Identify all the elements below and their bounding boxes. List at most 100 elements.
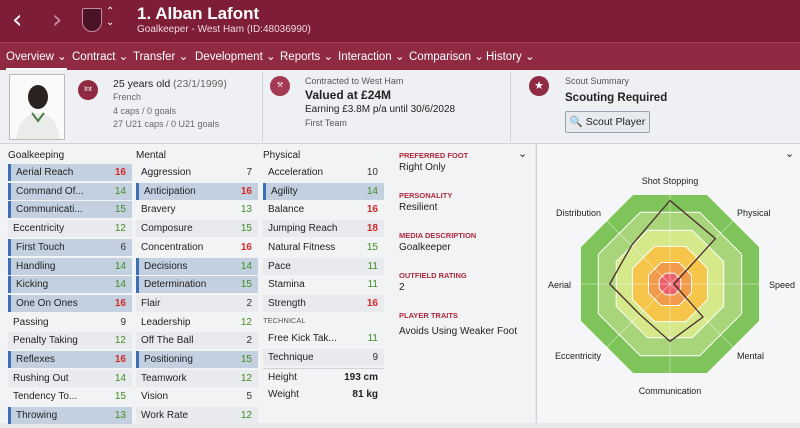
- attribute-label: One On Ones: [16, 297, 78, 309]
- attribute-label: Aerial Reach: [16, 167, 74, 178]
- attribute-value: 16: [366, 297, 378, 309]
- attribute-label: Flair: [141, 297, 161, 309]
- attribute-row[interactable]: Flair 2: [136, 294, 258, 312]
- attribute-row[interactable]: Determination 15: [136, 276, 258, 294]
- player-switch-icon[interactable]: ⌃ ⌄: [106, 6, 114, 28]
- attribute-value: 12: [114, 223, 126, 235]
- attribute-row[interactable]: Strength 16: [263, 294, 384, 312]
- attribute-row[interactable]: Work Rate 12: [136, 407, 258, 425]
- attribute-value: 2: [246, 335, 252, 347]
- attribute-row[interactable]: Natural Fitness 15: [263, 239, 384, 256]
- attribute-row[interactable]: Leadership 12: [136, 314, 258, 331]
- attribute-value: 9: [120, 316, 126, 328]
- attribute-label: Vision: [141, 391, 169, 403]
- tab-overview[interactable]: Overview ⌄: [6, 49, 67, 70]
- attribute-row[interactable]: Tendency To... 15: [8, 388, 132, 405]
- attribute-label: Command Of...: [16, 185, 84, 197]
- title-bar: ‹ › ⌃ ⌄ 1. Alban Lafont Goalkeeper - West…: [0, 0, 800, 42]
- attribute-row[interactable]: Jumping Reach 18: [263, 220, 384, 238]
- squad-status: First Team: [305, 118, 347, 128]
- attribute-value: 2: [246, 297, 252, 309]
- attribute-row[interactable]: Free Kick Tak... 11: [263, 330, 384, 347]
- tab-interaction[interactable]: Interaction ⌄: [338, 49, 405, 63]
- player-photo: [9, 74, 65, 140]
- contract-label: Contracted to West Ham: [305, 76, 404, 86]
- attribute-row[interactable]: Off The Ball 2: [136, 332, 258, 350]
- attributes-panel: Goalkeeping Mental Physical Aerial Reach…: [0, 144, 535, 425]
- attribute-value: 5: [246, 391, 252, 403]
- attribute-row[interactable]: Bravery 13: [136, 201, 258, 218]
- attribute-row[interactable]: Balance 16: [263, 201, 384, 218]
- attribute-value: 11: [367, 279, 378, 291]
- attribute-row[interactable]: Throwing 13: [8, 407, 132, 425]
- attribute-row[interactable]: One On Ones 16: [8, 294, 132, 312]
- attribute-value: 11: [367, 260, 378, 272]
- forward-arrow-icon[interactable]: ›: [52, 6, 62, 34]
- attribute-row[interactable]: Anticipation 16: [136, 182, 258, 200]
- attribute-label: Technique: [268, 351, 314, 363]
- attribute-value: 13: [114, 410, 126, 422]
- attribute-row[interactable]: Rushing Out 14: [8, 369, 132, 387]
- media-description: Goalkeeper: [399, 242, 451, 253]
- attribute-row[interactable]: Reflexes 16: [8, 351, 132, 368]
- back-arrow-icon[interactable]: ‹: [12, 6, 22, 34]
- attribute-row[interactable]: Positioning 15: [136, 351, 258, 368]
- attribute-row[interactable]: Composure 15: [136, 220, 258, 238]
- attribute-row[interactable]: Communicati... 15: [8, 201, 132, 219]
- attribute-value: 14: [114, 372, 126, 384]
- attribute-row[interactable]: Stamina 11: [263, 276, 384, 293]
- personality-label: PERSONALITY: [399, 191, 453, 200]
- attribute-row[interactable]: Technique 9: [263, 348, 384, 366]
- attribute-value: 15: [366, 241, 378, 253]
- scout-star-icon: ★: [529, 76, 549, 96]
- attribute-value: 16: [114, 167, 126, 178]
- attribute-row[interactable]: Pace 11: [263, 257, 384, 275]
- attribute-value: 9: [372, 351, 378, 363]
- attribute-row[interactable]: Agility 14: [263, 182, 384, 200]
- attribute-row[interactable]: Eccentricity 12: [8, 220, 132, 238]
- tab-comparison[interactable]: Comparison ⌄: [409, 49, 484, 63]
- attribute-row[interactable]: Handling 14: [8, 257, 132, 275]
- attribute-row[interactable]: Vision 5: [136, 388, 258, 405]
- attribute-value: 14: [114, 260, 126, 272]
- attribute-row[interactable]: Penalty Taking 12: [8, 332, 132, 350]
- radar-chevron-down-icon[interactable]: ⌄: [785, 147, 794, 160]
- radar-axis-label: Distribution: [556, 208, 601, 218]
- preferred-foot: Right Only: [399, 162, 446, 173]
- tab-reports[interactable]: Reports ⌄: [280, 49, 333, 63]
- attribute-label: Pace: [268, 260, 291, 272]
- attribute-value: 16: [114, 354, 126, 365]
- tab-development[interactable]: Development ⌄: [195, 49, 276, 63]
- attribute-label: Decisions: [144, 260, 188, 272]
- radar-axis-label: Mental: [737, 351, 764, 361]
- media-description-label: MEDIA DESCRIPTION: [399, 231, 477, 240]
- attribute-row[interactable]: Aerial Reach 16: [8, 164, 132, 181]
- attribute-row[interactable]: Acceleration 10: [263, 164, 384, 181]
- attribute-value: 15: [240, 354, 252, 365]
- attribute-radar-panel: ⌄ Shot Stopping Physical Speed Mental Commun…: [536, 144, 800, 423]
- attribute-value: 12: [114, 335, 126, 347]
- attribute-row[interactable]: Passing 9: [8, 314, 132, 331]
- divider: [510, 72, 511, 142]
- player-subtitle: Goalkeeper - West Ham (ID:48036990): [137, 24, 311, 35]
- tab-contract[interactable]: Contract ⌄: [72, 49, 128, 63]
- attribute-row[interactable]: Decisions 14: [136, 257, 258, 275]
- nationality: French: [113, 92, 142, 102]
- tab-transfer[interactable]: Transfer ⌄: [133, 49, 188, 63]
- attribute-value: 10: [366, 167, 378, 178]
- height-row: Height 193 cm: [263, 368, 384, 385]
- attribute-row[interactable]: Aggression 7: [136, 164, 258, 181]
- attribute-row[interactable]: Command Of... 14: [8, 182, 132, 200]
- tab-history[interactable]: History ⌄: [486, 49, 535, 63]
- attribute-row[interactable]: Kicking 14: [8, 276, 132, 294]
- attribute-label: Balance: [268, 204, 305, 216]
- player-traits: Avoids Using Weaker Foot: [399, 326, 518, 337]
- attribute-row[interactable]: Teamwork 12: [136, 369, 258, 387]
- physical-heading: Physical: [263, 150, 301, 161]
- attribute-label: Free Kick Tak...: [268, 333, 337, 344]
- attribute-row[interactable]: First Touch 6: [8, 238, 132, 256]
- scout-player-button[interactable]: 🔍 Scout Player: [565, 111, 650, 133]
- attribute-value: 15: [114, 391, 126, 403]
- details-chevron-down-icon[interactable]: ⌄: [518, 147, 527, 160]
- attribute-row[interactable]: Concentration 16: [136, 239, 258, 256]
